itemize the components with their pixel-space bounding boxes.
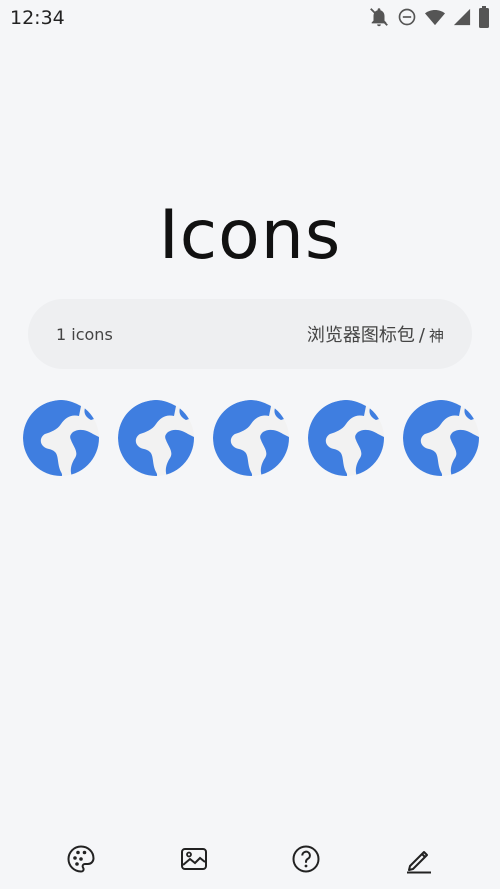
edit-button[interactable] (396, 836, 442, 882)
page-title: Icons (158, 196, 342, 275)
palette-icon (67, 845, 95, 873)
status-icons (368, 6, 490, 28)
edit-icon (406, 851, 431, 874)
notifications-off-icon (370, 8, 388, 27)
icon-grid (21, 396, 481, 480)
palette-button[interactable] (58, 836, 104, 882)
status-time: 12:34 (10, 7, 65, 29)
pack-title: 浏览器图标包 / 神 (307, 321, 444, 347)
bottom-nav (0, 836, 500, 882)
globe-browser-icon[interactable] (21, 396, 101, 480)
battery-icon (479, 6, 489, 28)
pack-name: 浏览器图标包 (306, 325, 415, 346)
icon-count-label: 1 icons (56, 324, 113, 344)
pack-separator: / (418, 325, 425, 346)
globe-browser-icon[interactable] (116, 396, 196, 480)
do-not-disturb-icon (398, 8, 416, 26)
globe-browser-icon[interactable] (211, 396, 291, 480)
pack-author: 神 (428, 327, 444, 345)
wallpaper-button[interactable] (171, 836, 217, 882)
help-icon (292, 845, 320, 873)
wifi-icon (425, 9, 445, 26)
wallpaper-icon (180, 848, 207, 870)
icon-pack-info-bar[interactable]: 1 icons 浏览器图标包 / 神 (28, 299, 472, 369)
cellular-signal-icon (453, 8, 471, 26)
globe-browser-icon[interactable] (306, 396, 386, 480)
status-bar: 12:34 (0, 0, 500, 34)
help-button[interactable] (283, 836, 329, 882)
globe-browser-icon[interactable] (401, 396, 481, 480)
